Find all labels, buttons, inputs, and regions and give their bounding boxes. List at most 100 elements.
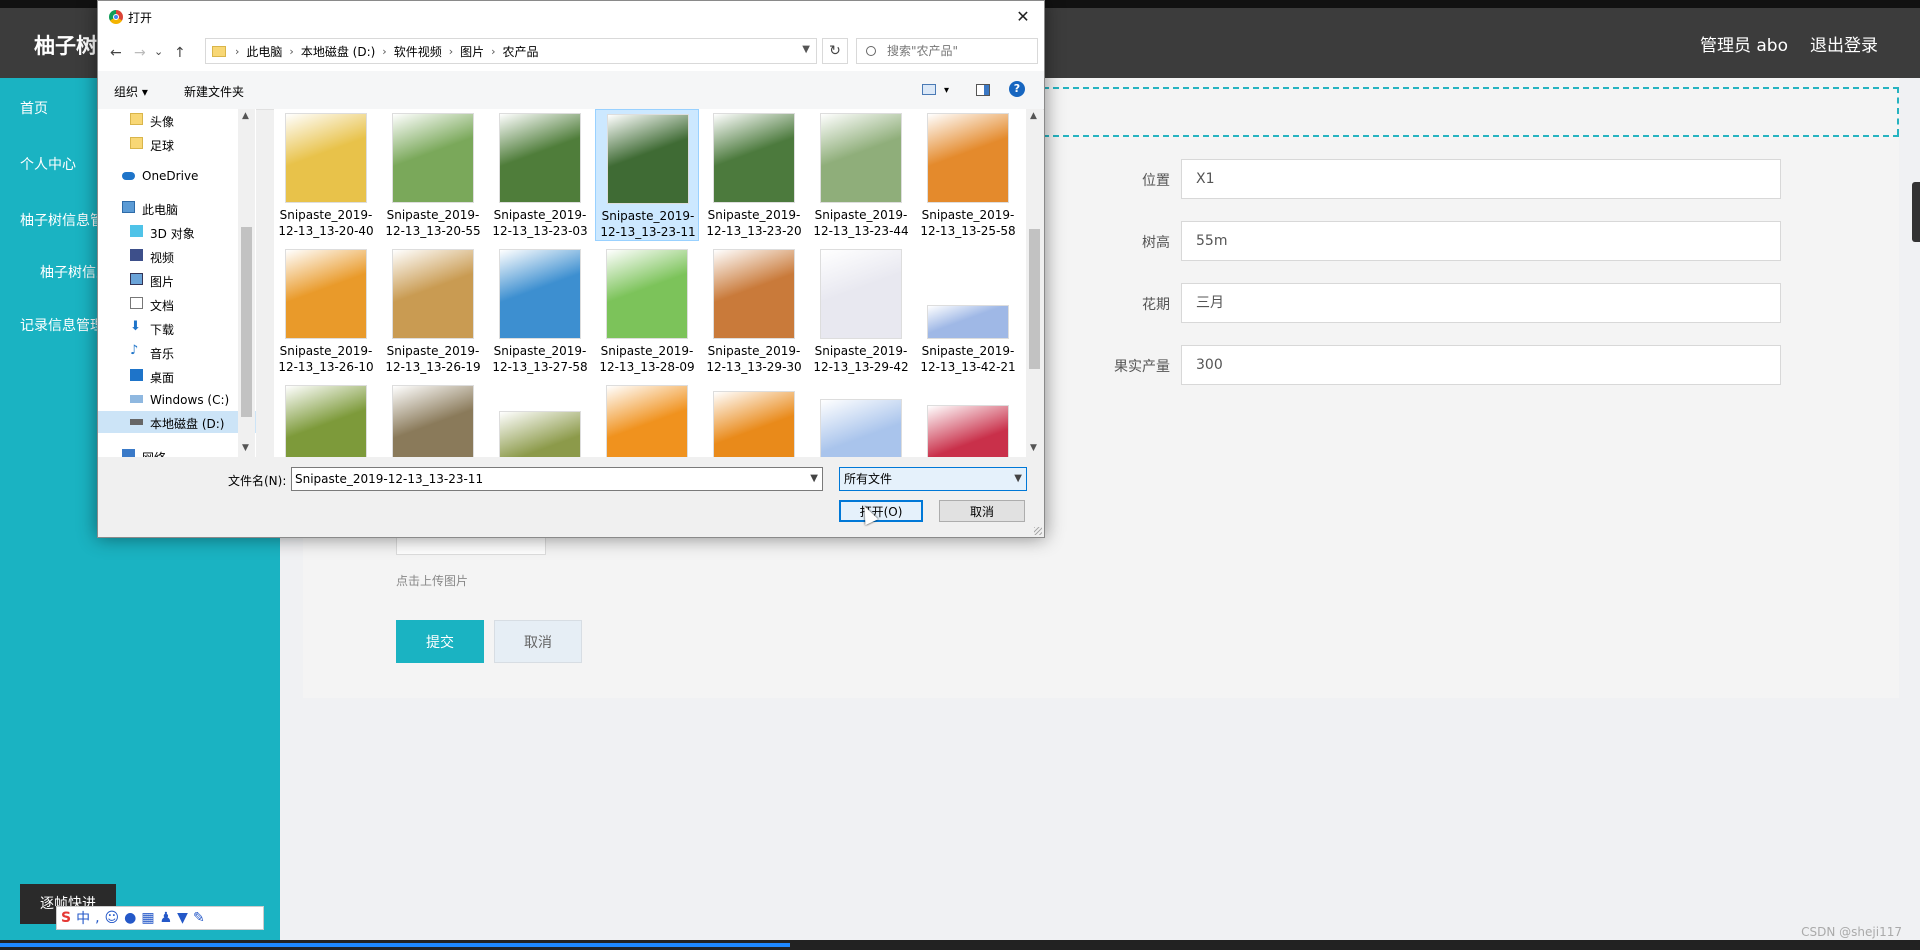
folder-icon [212,45,226,57]
file-tile[interactable]: Snipaste_2019- 12-13_13-23-20 [702,109,806,241]
chevron-down-icon[interactable]: ▼ [810,468,818,490]
new-folder-button[interactable]: 新建文件夹 [184,83,244,100]
upload-hint: 点击上传图片 [396,574,469,588]
nav-tree-item[interactable]: 头像 [98,109,248,131]
cancel-button[interactable]: 取消 [494,620,582,663]
ime-emoji-icon[interactable]: ☺ [105,910,120,926]
sidebar-item-home[interactable]: 首页 [20,98,48,118]
file-grid-scroll-thumb[interactable] [1029,229,1040,369]
file-tile[interactable]: Snipaste_2019- 12-13_13-28-09 [595,245,699,377]
refresh-icon[interactable]: ↻ [822,38,848,64]
height-input[interactable]: 55m [1181,221,1781,261]
resize-grip-icon[interactable] [1034,527,1042,535]
nav-tree-item[interactable]: 文档 [98,293,248,315]
crumb-pictures[interactable]: 图片 [460,43,484,60]
nav-tree-item[interactable]: 3D 对象 [98,221,248,243]
search-input[interactable]: 搜索"农产品" [856,38,1038,64]
file-tile[interactable]: Snipaste_2019- 12-13_13-27-58 [488,245,592,377]
bloom-input[interactable]: 三月 [1181,283,1781,323]
edge-handle[interactable] [1912,182,1920,242]
ime-lang[interactable]: 中 [76,908,90,928]
ime-tool-icon[interactable]: ✎ [193,910,205,926]
file-thumbnail [285,385,367,457]
history-dropdown-icon[interactable]: ⌄ [154,45,163,58]
up-folder-icon[interactable]: ↑ [174,45,186,61]
file-thumbnail [606,249,688,339]
nav-tree-item[interactable]: 图片 [98,269,248,291]
nav-tree-item[interactable]: 足球 [98,133,248,155]
nav-tree-item[interactable]: 视频 [98,245,248,267]
file-tile-selected[interactable]: Snipaste_2019- 12-13_13-23-11 [595,109,699,241]
help-icon[interactable]: ? [1009,81,1025,97]
view-icon[interactable] [922,84,936,95]
nav-pane-scrollbar[interactable]: ▲ ▼ [238,109,255,457]
nav-tree-item[interactable]: 网络 [98,445,248,457]
field-label-bloom: 花期 [1142,297,1170,313]
file-thumbnail [285,249,367,339]
location-input[interactable]: X1 [1181,159,1781,199]
file-tile[interactable] [809,381,913,457]
ime-mic-icon[interactable]: ● [124,910,136,926]
sidebar-item-record-management[interactable]: 记录信息管理 [20,315,104,335]
crumb-software-video[interactable]: 软件视频 [394,43,442,60]
crumb-agri[interactable]: 农产品 [503,43,539,60]
breadcrumb[interactable]: › 此电脑 › 本地磁盘 (D:) › 软件视频 › 图片 › 农产品 ▼ [205,38,817,64]
file-tile[interactable]: Snipaste_2019- 12-13_13-26-19 [381,245,485,377]
file-tile[interactable]: Snipaste_2019- 12-13_13-23-44 [809,109,913,241]
file-thumbnail [820,399,902,457]
sidebar-item-profile[interactable]: 个人中心 [20,154,76,174]
file-tile[interactable]: Snipaste_2019- 12-13_13-20-40 [274,109,378,241]
file-thumbnail [499,249,581,339]
nav-tree-item[interactable]: OneDrive [98,165,248,187]
dialog-cancel-button[interactable]: 取消 [939,500,1025,522]
nav-pane-scroll-thumb[interactable] [241,227,252,417]
nav-tree-item[interactable]: 桌面 [98,365,248,387]
file-thumbnail [606,385,688,457]
organize-button[interactable]: 组织 ▾ [114,83,148,100]
open-button[interactable]: 打开(O) [839,500,923,522]
file-grid-scrollbar[interactable]: ▲ ▼ [1026,109,1043,457]
submit-button[interactable]: 提交 [396,620,484,663]
filename-input[interactable]: Snipaste_2019-12-13_13-23-11 ▼ [291,467,823,491]
file-tile[interactable]: Snipaste_2019- 12-13_13-25-58 [916,109,1020,241]
file-tile[interactable] [595,381,699,457]
file-tile[interactable]: Snipaste_2019- 12-13_13-29-30 [702,245,806,377]
file-tile[interactable] [488,381,592,457]
file-tile[interactable]: Snipaste_2019- 12-13_13-42-21 [916,245,1020,377]
dialog-titlebar[interactable]: 打开 ✕ [98,1,1044,33]
ime-user-icon[interactable]: ♟ [160,910,173,926]
ime-skin-icon[interactable]: ▼ [177,910,188,926]
nav-tree-item-selected[interactable]: 本地磁盘 (D:) [98,411,256,433]
file-tile[interactable] [702,381,806,457]
file-tile[interactable]: Snipaste_2019- 12-13_13-20-55 [381,109,485,241]
nav-tree-item[interactable]: Windows (C:) [98,389,248,411]
video-progress-bar[interactable] [0,943,790,947]
file-tile[interactable] [381,381,485,457]
computer-icon [122,201,135,213]
chevron-down-icon[interactable]: ▼ [1014,468,1022,490]
yield-input[interactable]: 300 [1181,345,1781,385]
ime-keyboard-icon[interactable]: ▦ [141,910,154,926]
dialog-title: 打开 [128,11,153,25]
file-tile[interactable]: Snipaste_2019- 12-13_13-26-10 [274,245,378,377]
ime-toolbar[interactable]: S 中 , ☺ ● ▦ ♟ ▼ ✎ [56,906,264,930]
file-tile[interactable] [916,381,1020,457]
chevron-down-icon[interactable]: ▼ [802,44,810,55]
ime-punct-icon[interactable]: , [95,910,99,926]
nav-tree-item[interactable]: ⬇ 下载 [98,317,248,339]
crumb-this-pc[interactable]: 此电脑 [246,43,282,60]
filename-value: Snipaste_2019-12-13_13-23-11 [295,472,484,486]
preview-pane-icon[interactable] [976,84,990,96]
nav-tree-item[interactable]: 此电脑 [98,197,248,219]
view-dropdown-icon[interactable]: ▾ [944,85,949,96]
close-icon[interactable]: ✕ [1008,5,1038,29]
nav-tree-item[interactable]: ♪ 音乐 [98,341,248,363]
file-tile[interactable] [274,381,378,457]
logout-link[interactable]: 退出登录 [1810,31,1878,56]
back-icon[interactable]: ← [110,45,122,61]
crumb-drive-d[interactable]: 本地磁盘 (D:) [301,43,375,60]
forward-icon[interactable]: → [134,45,146,61]
file-tile[interactable]: Snipaste_2019- 12-13_13-29-42 [809,245,913,377]
file-tile[interactable]: Snipaste_2019- 12-13_13-23-03 [488,109,592,241]
filetype-select[interactable]: 所有文件 ▼ [839,467,1027,491]
